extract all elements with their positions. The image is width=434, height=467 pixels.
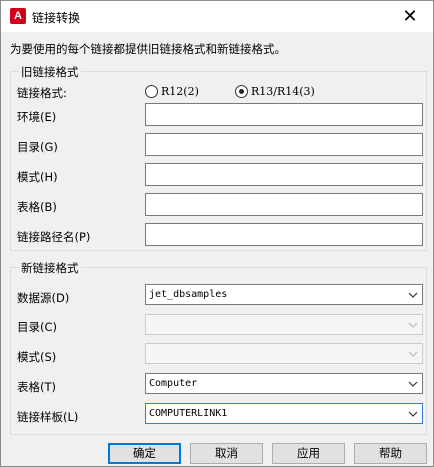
- old-catalog-input[interactable]: [145, 133, 423, 156]
- autocad-app-icon: A: [10, 8, 26, 24]
- radio-r12-label: R12(2): [161, 85, 199, 98]
- old-catalog-label: 目录(G): [17, 140, 58, 154]
- datasource-dropdown[interactable]: jet_dbsamples: [145, 284, 423, 305]
- new-table-dropdown[interactable]: Computer: [145, 373, 423, 394]
- link-path-input[interactable]: [145, 223, 423, 246]
- new-format-group-title: 新链接格式: [19, 260, 81, 276]
- environment-input[interactable]: [145, 103, 423, 126]
- close-button[interactable]: ✕: [387, 1, 433, 32]
- link-template-label: 链接样板(L): [17, 410, 79, 424]
- old-format-group-title: 旧链接格式: [19, 64, 81, 80]
- radio-r13-r14-label: R13/R14(3): [251, 85, 315, 98]
- ok-button[interactable]: 确定: [108, 443, 181, 464]
- chevron-down-icon[interactable]: [407, 378, 419, 390]
- link-template-dropdown[interactable]: COMPUTERLINK1: [145, 403, 423, 424]
- close-icon: ✕: [402, 6, 418, 27]
- new-catalog-dropdown[interactable]: [145, 314, 423, 335]
- window-title: 链接转换: [32, 11, 81, 25]
- help-button[interactable]: 帮助: [354, 443, 427, 464]
- datasource-label: 数据源(D): [17, 291, 70, 305]
- new-schema-label: 模式(S): [17, 350, 57, 364]
- old-table-label: 表格(B): [17, 200, 57, 214]
- new-table-value: Computer: [149, 378, 198, 389]
- radio-r12[interactable]: R12(2): [145, 85, 199, 98]
- old-table-input[interactable]: [145, 193, 423, 216]
- radio-r13-r14-circle[interactable]: [235, 85, 248, 98]
- new-table-label: 表格(T): [17, 380, 56, 394]
- link-path-label: 链接路径名(P): [17, 230, 91, 244]
- old-schema-label: 模式(H): [17, 170, 58, 184]
- environment-label: 环境(E): [17, 110, 57, 124]
- apply-button[interactable]: 应用: [272, 443, 345, 464]
- old-schema-input[interactable]: [145, 163, 423, 186]
- chevron-down-icon: [408, 351, 418, 357]
- description-text: 为要使用的每个链接都提供旧链接格式和新链接格式。: [10, 42, 286, 56]
- link-conversion-dialog: A 链接转换 ✕ 为要使用的每个链接都提供旧链接格式和新链接格式。 旧链接格式 …: [0, 0, 434, 467]
- chevron-down-icon[interactable]: [407, 289, 419, 301]
- link-format-label: 链接格式:: [17, 86, 67, 100]
- title-bar: A 链接转换 ✕: [1, 1, 433, 32]
- chevron-down-icon[interactable]: [407, 408, 419, 420]
- chevron-down-icon: [408, 322, 418, 328]
- link-template-value: COMPUTERLINK1: [149, 408, 228, 419]
- new-catalog-label: 目录(C): [17, 320, 58, 334]
- radio-r13-r14[interactable]: R13/R14(3): [235, 85, 315, 98]
- radio-r12-circle[interactable]: [145, 85, 158, 98]
- new-schema-dropdown[interactable]: [145, 343, 423, 364]
- cancel-button[interactable]: 取消: [190, 443, 263, 464]
- datasource-value: jet_dbsamples: [149, 289, 228, 300]
